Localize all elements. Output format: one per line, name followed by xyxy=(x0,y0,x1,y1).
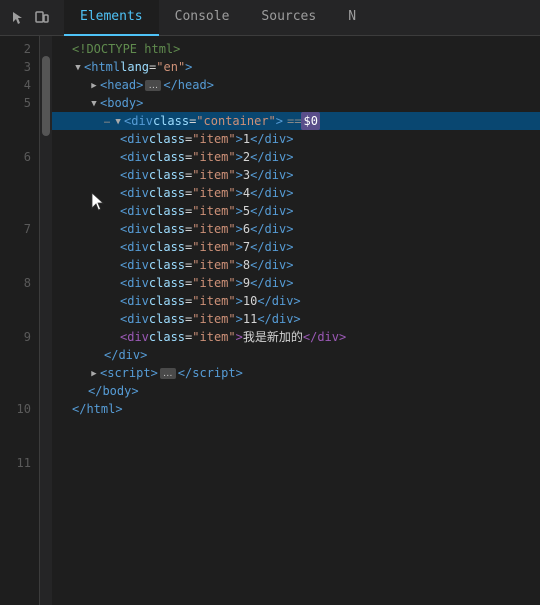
scrollbar[interactable] xyxy=(40,36,52,605)
item-3-line[interactable]: <div class="item">3</div> xyxy=(52,166,540,184)
script-triangle[interactable] xyxy=(88,363,100,383)
cursor-icon[interactable] xyxy=(8,8,28,28)
main-content: 2 3 4 5 6 7 8 9 10 11 <!DOCTYPE html> <h… xyxy=(0,36,540,605)
line-num-7: 7 xyxy=(24,220,31,238)
doctype-text: <!DOCTYPE html> xyxy=(72,40,180,58)
html-close-line: </html> xyxy=(52,400,540,418)
line-num-9: 9 xyxy=(24,328,31,346)
tab-sources[interactable]: Sources xyxy=(245,0,332,36)
item-7-line[interactable]: <div class="item">7</div> xyxy=(52,238,540,256)
head-line[interactable]: <head> … </head> xyxy=(52,76,540,94)
line-num-5: 5 xyxy=(24,94,31,112)
line-numbers: 2 3 4 5 6 7 8 9 10 11 xyxy=(0,36,40,605)
head-tag: <head> xyxy=(100,76,143,94)
html-lang-val: "en" xyxy=(156,58,185,76)
dollar-zero: $0 xyxy=(301,112,319,130)
line-num-3: 3 xyxy=(24,58,31,76)
item-1-line[interactable]: <div class="item">1</div> xyxy=(52,130,540,148)
html-triangle[interactable] xyxy=(72,57,84,77)
tab-console[interactable]: Console xyxy=(159,0,246,36)
item-2-line[interactable]: <div class="item">2</div> xyxy=(52,148,540,166)
devtools-toolbar: Elements Console Sources N xyxy=(0,0,540,36)
head-triangle[interactable] xyxy=(88,75,100,95)
doctype-line: <!DOCTYPE html> xyxy=(52,40,540,58)
item-5-line[interactable]: <div class="item">5</div> xyxy=(52,202,540,220)
body-triangle[interactable] xyxy=(88,93,100,113)
line-num-10: 10 xyxy=(17,400,31,418)
body-close-line: </body> xyxy=(52,382,540,400)
tab-more[interactable]: N xyxy=(332,0,372,36)
container-triangle[interactable] xyxy=(112,111,124,131)
equals-marker: == xyxy=(287,112,301,130)
html-tag: <html xyxy=(84,58,120,76)
item-4-line[interactable]: <div class="item">4</div> xyxy=(52,184,540,202)
html-lang-attr: lang xyxy=(120,58,149,76)
item-10-line[interactable]: <div class="item">10</div> xyxy=(52,292,540,310)
container-div-tag: <div xyxy=(124,112,153,130)
toolbar-icons xyxy=(8,8,52,28)
script-ellipsis[interactable]: … xyxy=(160,368,176,379)
line-num-2: 2 xyxy=(24,40,31,58)
head-ellipsis[interactable]: … xyxy=(145,80,161,91)
tab-elements[interactable]: Elements xyxy=(64,0,159,36)
line-num-4: 4 xyxy=(24,76,31,94)
container-div-line[interactable]: … <div class="container"> == $0 xyxy=(52,112,540,130)
line-num-11: 11 xyxy=(17,454,31,472)
item-11-line[interactable]: <div class="item">11</div> xyxy=(52,310,540,328)
new-div-tag-open: <div xyxy=(120,328,149,346)
dom-tree: <!DOCTYPE html> <html lang="en"> <head> … xyxy=(52,36,540,605)
devtools-tabs: Elements Console Sources N xyxy=(64,0,532,36)
line-num-8: 8 xyxy=(24,274,31,292)
container-dots[interactable]: … xyxy=(104,112,110,130)
scrollbar-thumb[interactable] xyxy=(42,56,50,136)
container-div-close: </div> xyxy=(52,346,540,364)
item-9-line[interactable]: <div class="item">9</div> xyxy=(52,274,540,292)
script-tag: <script> xyxy=(100,364,158,382)
item-6-line[interactable]: <div class="item">6</div> xyxy=(52,220,540,238)
body-tag: <body> xyxy=(100,94,143,112)
device-icon[interactable] xyxy=(32,8,52,28)
body-open-line[interactable]: <body> xyxy=(52,94,540,112)
script-line[interactable]: <script> … </script> xyxy=(52,364,540,382)
html-open-line[interactable]: <html lang="en"> xyxy=(52,58,540,76)
item-8-line[interactable]: <div class="item">8</div> xyxy=(52,256,540,274)
item-new-line[interactable]: <div class="item">我是新加的</div> xyxy=(52,328,540,346)
line-num-6: 6 xyxy=(24,148,31,166)
